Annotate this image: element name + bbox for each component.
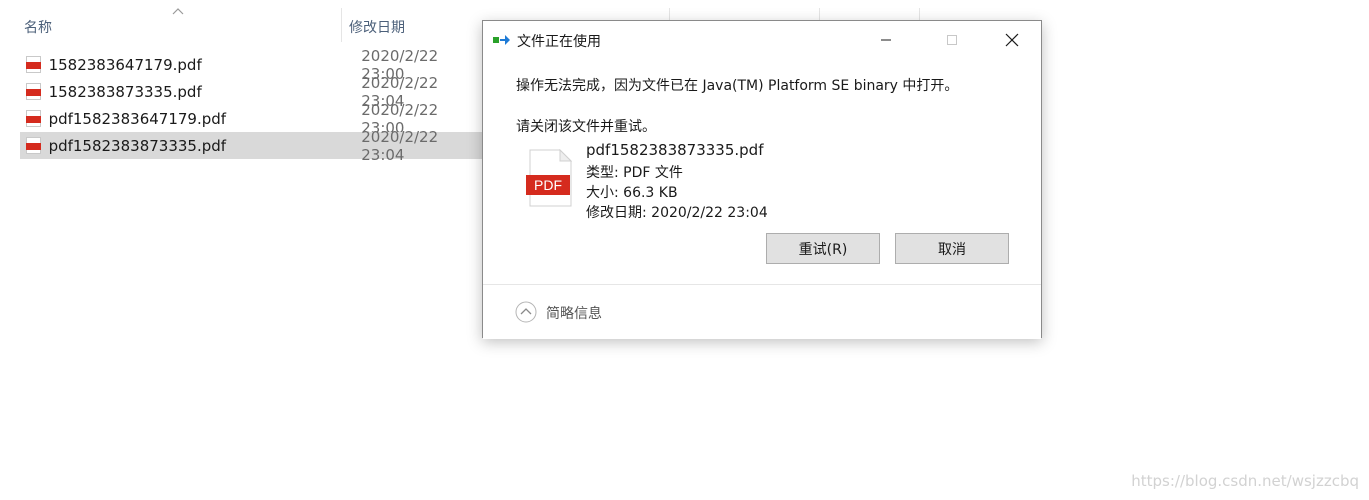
file-info-size: 大小: 66.3 KB xyxy=(586,185,678,201)
file-info-modified: 修改日期: 2020/2/22 23:04 xyxy=(586,205,768,221)
pdf-file-icon xyxy=(26,56,41,73)
fewer-details-toggle[interactable]: 简略信息 xyxy=(546,303,602,323)
dialog-title: 文件正在使用 xyxy=(517,34,601,50)
minimize-icon xyxy=(881,39,891,41)
file-row-selected[interactable]: pdf1582383873335.pdf 2020/2/22 23:04 xyxy=(20,128,482,164)
dialog-footer: 简略信息 xyxy=(483,284,1041,339)
error-message: 操作无法完成，因为文件已在 Java(TM) Platform SE binar… xyxy=(516,78,959,94)
column-header-name[interactable]: 名称 xyxy=(24,10,52,44)
pdf-file-icon xyxy=(26,137,41,154)
maximize-button[interactable] xyxy=(929,21,975,59)
file-date: 2020/2/22 23:04 xyxy=(361,127,439,164)
file-move-icon xyxy=(493,35,510,45)
chevron-up-icon[interactable] xyxy=(515,301,537,323)
file-name: 1582383873335.pdf xyxy=(48,82,202,101)
maximize-icon xyxy=(947,35,957,45)
column-divider[interactable] xyxy=(341,8,342,42)
file-name: 1582383647179.pdf xyxy=(48,55,202,74)
watermark: https://blog.csdn.net/wsjzzcbq xyxy=(1131,472,1359,490)
close-button[interactable] xyxy=(989,21,1035,59)
file-info-name: pdf1582383873335.pdf xyxy=(586,141,764,159)
column-header-date-modified[interactable]: 修改日期 xyxy=(349,10,405,44)
cancel-button[interactable]: 取消 xyxy=(895,233,1009,264)
file-in-use-dialog: 文件正在使用 操作无法完成，因为文件已在 Java(TM) Platform S… xyxy=(482,20,1042,339)
pdf-file-icon xyxy=(26,83,41,100)
pdf-file-icon: PDF xyxy=(526,149,572,207)
file-name: pdf1582383873335.pdf xyxy=(48,136,227,155)
close-icon xyxy=(1005,33,1019,47)
file-info-type: 类型: PDF 文件 xyxy=(586,165,683,181)
file-name: pdf1582383647179.pdf xyxy=(48,109,227,128)
svg-text:PDF: PDF xyxy=(534,177,562,193)
minimize-button[interactable] xyxy=(863,21,909,59)
dialog-titlebar[interactable]: 文件正在使用 xyxy=(483,21,1041,59)
retry-button[interactable]: 重试(R) xyxy=(766,233,880,264)
sort-ascending-icon xyxy=(172,8,184,15)
pdf-file-icon xyxy=(26,110,41,127)
instruction-message: 请关闭该文件并重试。 xyxy=(516,119,656,135)
